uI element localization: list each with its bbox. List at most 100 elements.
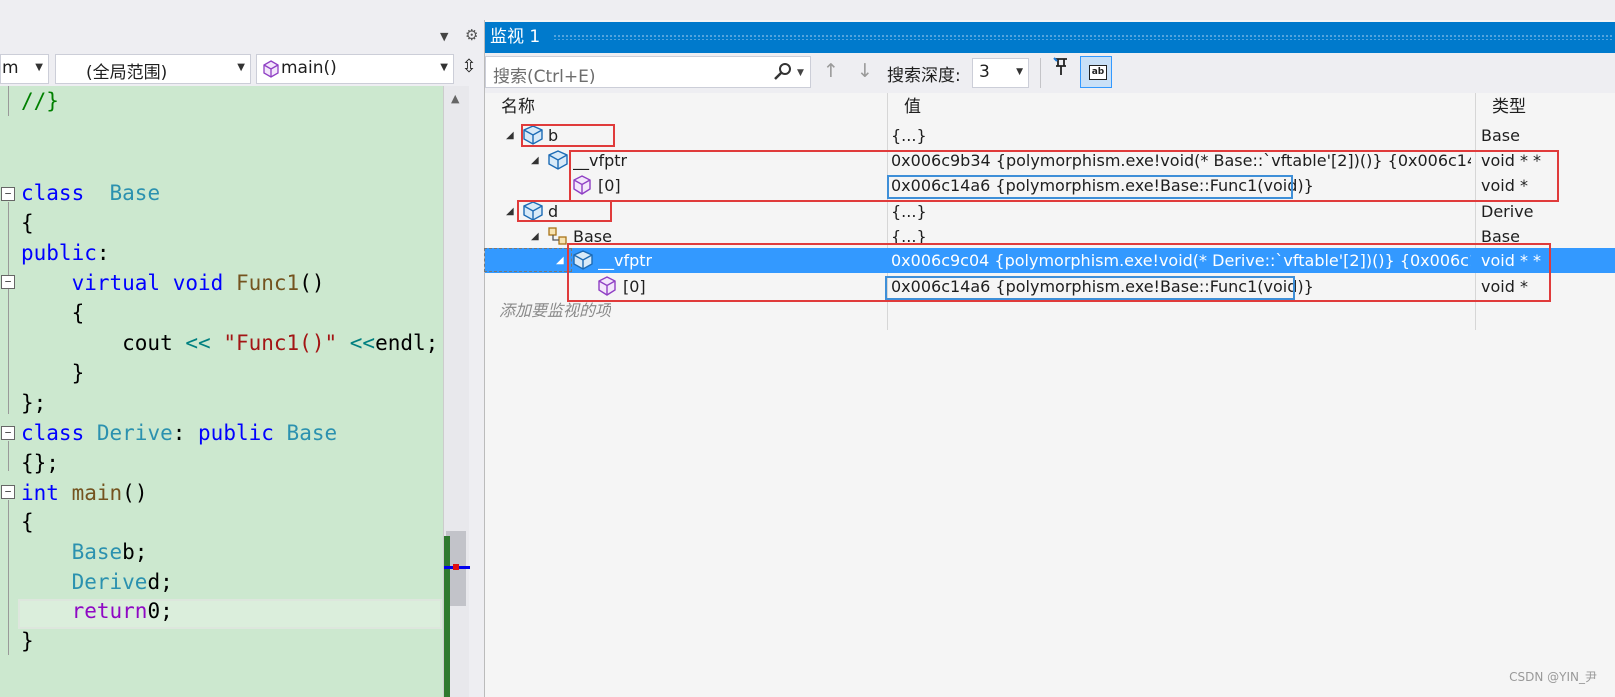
fold-guide	[8, 202, 9, 414]
search-next-icon[interactable]: ↓	[857, 60, 873, 82]
search-depth-select[interactable]: 3 ▼	[972, 58, 1029, 88]
watch-value[interactable]: 0x006c14a6 {polymorphism.exe!Base::Func1…	[891, 173, 1471, 198]
code-line: virtual void Func1()	[21, 268, 325, 298]
hex-display-toggle[interactable]: ab	[1080, 56, 1112, 88]
project-scope-value: m	[2, 58, 19, 78]
watch-row[interactable]: ◢ Base {...} Base	[485, 224, 1615, 249]
watch-type: void *	[1481, 176, 1528, 195]
pin-icon[interactable]	[1048, 57, 1074, 87]
watch-value[interactable]: {...}	[891, 199, 1471, 224]
code-token: //}	[21, 89, 59, 113]
method-cube-icon	[572, 175, 592, 202]
code-token: }	[21, 629, 34, 653]
editor-scrollbar[interactable]: ▲	[443, 86, 470, 697]
code-token: :	[96, 241, 110, 265]
watch-name: Base	[573, 227, 612, 246]
code-token: d;	[147, 570, 173, 594]
scope-combo[interactable]: (全局范围) ▼	[55, 54, 251, 84]
title-grip	[553, 34, 1613, 40]
column-header-name[interactable]: 名称	[485, 93, 887, 121]
watch-title-bar[interactable]: 监视 1	[485, 22, 1615, 53]
watch-name: [0]	[623, 277, 646, 296]
watch-type: Base	[1481, 227, 1520, 246]
code-editor-pane: ▼ ⚙ m ▼ (全局范围) ▼ main() ▼ ⇳ − − − − //} …	[0, 0, 484, 697]
watermark: CSDN @YIN_尹	[1509, 670, 1597, 684]
watch-row[interactable]: ◢ b {...} Base	[485, 123, 1615, 148]
fold-toggle-icon[interactable]: −	[1, 485, 15, 499]
watch-value[interactable]: 0x006c14a6 {polymorphism.exe!Base::Func1…	[891, 274, 1471, 299]
project-scope-combo[interactable]: m ▼	[0, 54, 49, 84]
code-token: b;	[122, 540, 148, 564]
code-token: Base	[71, 540, 123, 564]
ab-icon: ab	[1089, 65, 1107, 80]
code-token: {	[21, 301, 85, 325]
code-token: int	[21, 481, 59, 505]
split-editor-icon[interactable]: ⇳	[458, 56, 480, 82]
code-token: "Func1()"	[223, 331, 338, 355]
watch-value[interactable]: 0x006c9c04 {polymorphism.exe!void(* Deri…	[891, 248, 1471, 273]
code-token: <<	[349, 331, 376, 355]
code-line: };	[21, 388, 46, 418]
add-watch-row[interactable]: 添加要监视的项	[485, 298, 1615, 323]
code-token: class	[21, 421, 85, 445]
code-token: Derive	[96, 421, 173, 445]
gear-icon[interactable]: ⚙	[465, 26, 481, 44]
code-area[interactable]: − − − − //} class Base { public: virtual vo…	[0, 86, 455, 697]
code-token: {	[21, 211, 34, 235]
change-marker	[444, 536, 450, 697]
code-token: {};	[21, 451, 59, 475]
collapse-triangle-icon[interactable]: ◢	[531, 224, 539, 249]
watch-grid[interactable]: 名称 值 类型 ◢ b {...} Base ◢ __vfptr 0x006c9b34 {p…	[484, 93, 1615, 697]
code-token: virtual	[71, 271, 161, 295]
watch-row[interactable]: [0] 0x006c14a6 {polymorphism.exe!Base::Fu…	[485, 274, 1615, 299]
column-header-value[interactable]: 值	[888, 93, 1475, 121]
watch-row[interactable]: ◢ d {...} Derive	[485, 199, 1615, 224]
search-depth-label: 搜索深度:	[887, 66, 961, 86]
fold-toggle-icon[interactable]: −	[1, 187, 15, 201]
watch-type: Base	[1481, 126, 1520, 145]
fold-toggle-icon[interactable]: −	[1, 426, 15, 440]
search-previous-icon[interactable]: ↑	[823, 60, 839, 82]
watch-value[interactable]: {...}	[891, 123, 1471, 148]
function-combo[interactable]: main() ▼	[256, 54, 454, 84]
code-line: Baseb;	[21, 537, 148, 567]
watch-title: 监视 1	[490, 27, 541, 47]
collapse-triangle-icon[interactable]: ◢	[531, 148, 539, 173]
watch-row[interactable]: ◢ __vfptr 0x006c9c04 {polymorphism.exe!voi…	[485, 248, 1615, 273]
field-cube-icon	[572, 250, 594, 277]
watch-name: __vfptr	[573, 151, 628, 170]
code-line: int main()	[21, 478, 147, 508]
scroll-up-icon[interactable]: ▲	[451, 92, 459, 105]
code-token: public	[21, 241, 97, 265]
collapse-triangle-icon[interactable]: ◢	[506, 123, 514, 148]
watch-type: Derive	[1481, 202, 1534, 221]
tab-list-dropdown-icon[interactable]: ▼	[440, 30, 454, 44]
column-header-type[interactable]: 类型	[1476, 93, 1615, 121]
fold-toggle-icon[interactable]: −	[1, 275, 15, 289]
watch-value[interactable]: 0x006c9b34 {polymorphism.exe!void(* Base…	[891, 148, 1471, 173]
fold-guide	[8, 86, 9, 116]
search-depth-value: 3	[979, 62, 990, 82]
chevron-down-icon[interactable]: ▼	[797, 68, 804, 78]
watch-value[interactable]: {...}	[891, 224, 1471, 249]
chevron-down-icon: ▼	[35, 62, 43, 73]
code-token: Base	[286, 421, 338, 445]
search-icon[interactable]	[773, 62, 793, 86]
code-token: void	[172, 271, 224, 295]
code-token: class	[21, 181, 85, 205]
watch-row[interactable]: [0] 0x006c14a6 {polymorphism.exe!Base::Fu…	[485, 173, 1615, 198]
code-token: main	[71, 481, 123, 505]
watch-row[interactable]: ◢ __vfptr 0x006c9b34 {polymorphism.exe!voi…	[485, 148, 1615, 173]
code-token: Derive	[71, 570, 148, 594]
search-input[interactable]: 搜索(Ctrl+E) ▼	[485, 56, 811, 88]
toolbar-separator	[1040, 58, 1041, 88]
code-token: ()	[122, 481, 148, 505]
collapse-triangle-icon[interactable]: ◢	[506, 199, 514, 224]
code-token: public	[198, 421, 274, 445]
